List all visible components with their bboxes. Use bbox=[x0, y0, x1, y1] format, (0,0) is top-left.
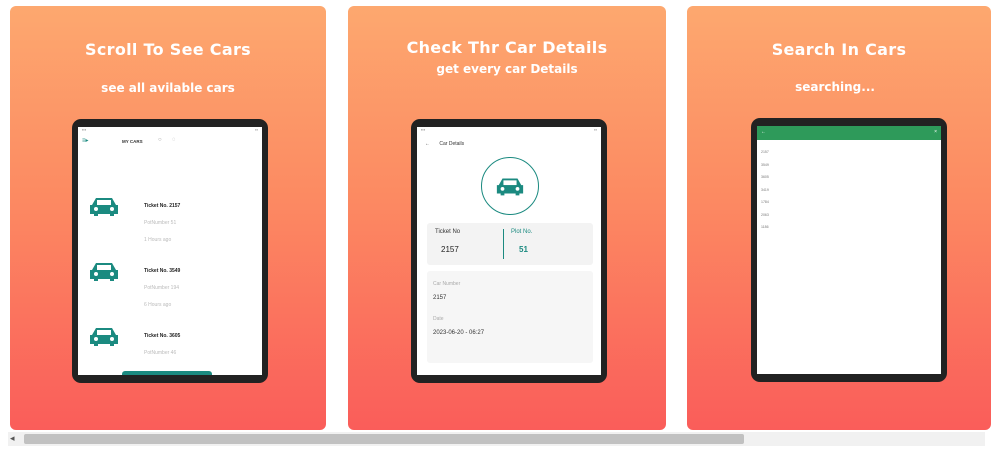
settings-icon[interactable]: ◌ bbox=[172, 137, 176, 143]
ticket-label: Ticket No. 3549 bbox=[144, 268, 181, 274]
tablet-frame: ▪▪▪ ▪▪ ← Car Details Ticket No 2157 Plot … bbox=[411, 119, 607, 383]
scroll-left-arrow-icon[interactable]: ◂ bbox=[10, 433, 15, 444]
plot-label: PotNumber 51 bbox=[144, 220, 177, 226]
time-label: 1 Hours ago bbox=[144, 237, 172, 243]
card-title: Search In Cars bbox=[771, 40, 907, 59]
card-title: Check Thr Car Details bbox=[406, 38, 608, 57]
promo-card-search: Search In Cars searching... ← × 2157 354… bbox=[687, 6, 991, 430]
plot-label: PotNumber 46 bbox=[144, 350, 177, 356]
car-icon bbox=[90, 328, 118, 346]
plot-no-value: 51 bbox=[519, 245, 528, 254]
promo-card-details: Check Thr Car Details get every car Deta… bbox=[348, 6, 666, 430]
header-title: MY CARS bbox=[122, 139, 143, 144]
ticket-label: Ticket No. 2157 bbox=[144, 203, 181, 209]
search-icon[interactable]: ○ bbox=[158, 137, 162, 143]
card-subtitle: searching... bbox=[795, 80, 875, 94]
car-icon bbox=[90, 198, 118, 216]
tablet-screen: ▪▪▪ ▪▪ ← Car Details Ticket No 2157 Plot … bbox=[417, 127, 601, 375]
promo-card-scroll: Scroll To See Cars see all avilable cars… bbox=[10, 6, 326, 430]
card-subtitle: see all avilable cars bbox=[101, 81, 235, 95]
list-item[interactable]: Ticket No. 3549 PotNumber 194 6 Hours ag… bbox=[78, 260, 262, 320]
car-info-box: Car Number 2157 Date 2023-06-20 - 06:27 bbox=[427, 271, 593, 363]
date-label: Date bbox=[433, 316, 444, 322]
tablet-screen: ← × 2157 3549 3605 3419 1784 2063 1186 bbox=[757, 126, 941, 374]
ticket-summary-box: Ticket No 2157 Plot No. 51 bbox=[427, 223, 593, 265]
time-label: 6 Hours ago bbox=[144, 302, 172, 308]
tablet-frame: ← × 2157 3549 3605 3419 1784 2063 1186 bbox=[751, 118, 947, 382]
ticket-label: Ticket No. 3605 bbox=[144, 333, 181, 339]
status-bar: ▪▪▪ ▪▪ bbox=[82, 127, 258, 132]
car-icon bbox=[90, 263, 118, 281]
date-value: 2023-06-20 - 06:27 bbox=[433, 330, 485, 336]
status-bar: ▪▪▪ ▪▪ bbox=[421, 127, 597, 132]
plot-no-label: Plot No. bbox=[511, 229, 533, 235]
plot-label: PotNumber 194 bbox=[144, 285, 180, 291]
ticket-no-value: 2157 bbox=[441, 245, 459, 254]
list-item[interactable]: 1784 bbox=[761, 196, 769, 209]
car-number-label: Car Number bbox=[433, 281, 461, 287]
list-item[interactable]: 3419 bbox=[761, 184, 769, 197]
horizontal-scrollbar[interactable]: ◂ bbox=[8, 432, 985, 446]
search-bar[interactable]: ← × bbox=[757, 126, 941, 140]
car-avatar bbox=[481, 157, 539, 215]
close-icon[interactable]: × bbox=[934, 129, 937, 135]
card-subtitle: get every car Details bbox=[436, 62, 578, 76]
divider bbox=[503, 229, 504, 259]
list-item[interactable]: 2063 bbox=[761, 209, 769, 222]
list-item[interactable]: Ticket No. 3605 PotNumber 46 bbox=[78, 325, 262, 375]
bottom-action-bar[interactable] bbox=[122, 371, 212, 375]
search-results: 2157 3549 3605 3419 1784 2063 1186 bbox=[761, 146, 769, 234]
list-item[interactable]: 3605 bbox=[761, 171, 769, 184]
car-icon bbox=[496, 178, 524, 196]
app-header: ≡▸ MY CARS ○ ◌ bbox=[78, 135, 262, 149]
list-item[interactable]: 2157 bbox=[761, 146, 769, 159]
back-arrow-icon[interactable]: ← bbox=[425, 141, 430, 147]
app-header: ← Car Details bbox=[425, 141, 464, 147]
tablet-frame: ▪▪▪ ▪▪ ≡▸ MY CARS ○ ◌ Ticket No. 2157 Pot… bbox=[72, 119, 268, 383]
ticket-no-label: Ticket No bbox=[435, 229, 461, 235]
header-title: Car Details bbox=[439, 141, 465, 147]
card-title: Scroll To See Cars bbox=[85, 40, 251, 59]
list-item[interactable]: 1186 bbox=[761, 221, 769, 234]
tablet-screen: ▪▪▪ ▪▪ ≡▸ MY CARS ○ ◌ Ticket No. 2157 Pot… bbox=[78, 127, 262, 375]
car-number-value: 2157 bbox=[433, 295, 447, 301]
scrollbar-thumb[interactable] bbox=[24, 434, 744, 444]
list-item[interactable]: 3549 bbox=[761, 159, 769, 172]
list-item[interactable]: Ticket No. 2157 PotNumber 51 1 Hours ago bbox=[78, 195, 262, 255]
menu-icon[interactable]: ≡▸ bbox=[82, 137, 89, 144]
back-arrow-icon[interactable]: ← bbox=[761, 129, 766, 135]
